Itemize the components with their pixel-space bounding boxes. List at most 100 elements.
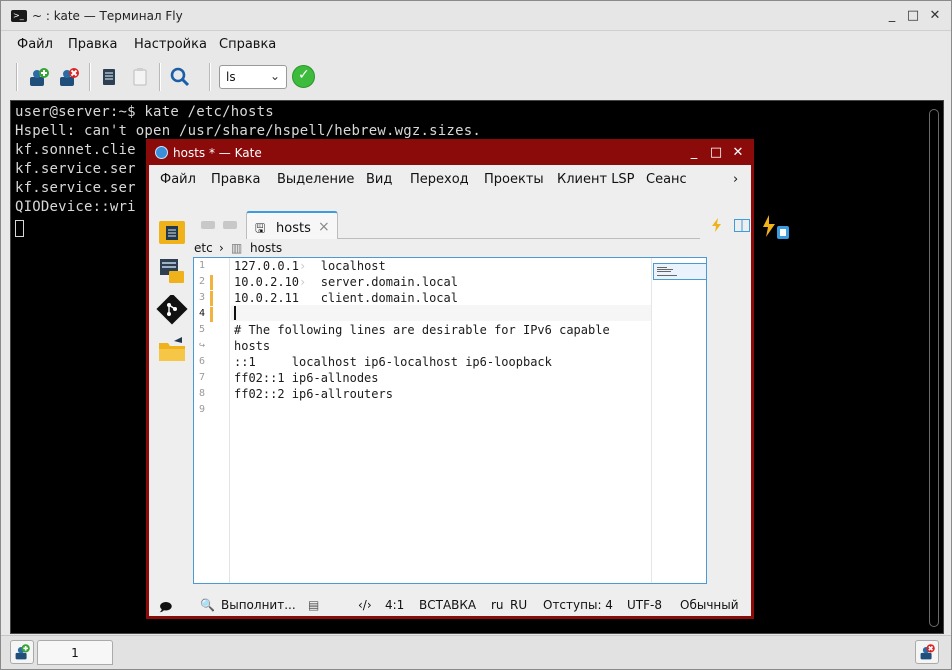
line-number: 2 (199, 276, 206, 287)
minimap-viewport[interactable] (653, 263, 707, 280)
search-status[interactable]: Выполнит... (221, 598, 296, 612)
kate-tabrow: 🖫 hosts × (193, 207, 789, 239)
line-number: 9 (199, 404, 206, 415)
code-line: 10.0.2.10› server.domain.local (234, 275, 458, 289)
tab-forward-icon[interactable] (223, 221, 237, 229)
terminal-line: kf.service.ser (15, 180, 136, 196)
terminal-scrollbar[interactable] (929, 109, 939, 627)
close-session-icon[interactable] (57, 65, 81, 89)
code-editor[interactable]: 1 2 3 4 5 ↪ 6 7 8 9 127.0.0.1› localhost… (193, 257, 707, 584)
menu-overflow-icon[interactable]: › (733, 172, 738, 187)
line-number: 4 (199, 308, 206, 319)
terminal-title: ~ : kate — Терминал Fly (32, 9, 183, 23)
breadcrumb-separator: › (219, 241, 224, 255)
terminal-toolbar: ls ⌄ ✓ (1, 57, 951, 97)
line-number: 3 (199, 292, 206, 303)
code-line: ff02::2 ip6-allrouters (234, 387, 393, 401)
tab-divider (338, 238, 700, 239)
new-session-icon[interactable] (27, 65, 51, 89)
close-tab-icon[interactable] (915, 640, 939, 664)
line-number: 1 (199, 260, 206, 271)
kate-menu-projects[interactable]: Проекты (484, 172, 544, 187)
run-button[interactable]: ✓ (292, 65, 315, 88)
kate-sidebar (149, 213, 193, 593)
kate-window: hosts * — Kate _ □ ✕ Файл Правка Выделен… (146, 139, 789, 619)
current-line-highlight (231, 305, 651, 321)
terminal-line: kf.sonnet.clie (15, 142, 136, 158)
documents-icon[interactable] (156, 217, 188, 247)
kate-menu-session[interactable]: Сеанс (646, 172, 687, 187)
document-tab-label: hosts (276, 221, 311, 236)
projects-folder-icon[interactable] (156, 335, 188, 365)
close-tab-icon[interactable]: × (318, 219, 330, 235)
kate-menu-view[interactable]: Вид (366, 172, 392, 187)
menu-file[interactable]: Файл (17, 37, 53, 52)
code-line: # The following lines are desirable for … (234, 323, 610, 337)
code-icon: ‹/› (358, 598, 372, 612)
plugins-icon[interactable] (760, 213, 792, 243)
kate-menu-file[interactable]: Файл (160, 172, 196, 187)
split-view-icon[interactable] (734, 219, 750, 232)
menu-settings[interactable]: Настройка (134, 37, 207, 52)
file-icon: ▥ (231, 241, 243, 255)
close-icon[interactable]: ✕ (730, 145, 746, 160)
terminal-tabbar: 1 (1, 635, 951, 669)
syntax-mode[interactable]: Обычный (680, 598, 739, 612)
maximize-icon[interactable]: □ (904, 9, 922, 23)
kate-menu-lsp[interactable]: Клиент LSP (557, 172, 635, 187)
terminal-tab[interactable]: 1 (37, 640, 113, 665)
cursor-position[interactable]: 4:1 (385, 598, 404, 612)
breadcrumb-dir[interactable]: etc (194, 241, 213, 255)
code-line: ff02::1 ip6-allnodes (234, 371, 379, 385)
new-tab-icon[interactable] (10, 640, 34, 664)
kate-titlebar: hosts * — Kate _ □ ✕ (146, 139, 754, 165)
copy-icon[interactable] (97, 65, 121, 89)
kate-body: Файл Правка Выделение Вид Переход Проект… (149, 165, 789, 616)
breadcrumb-file[interactable]: hosts (250, 241, 282, 255)
kate-menu-edit[interactable]: Правка (211, 172, 260, 187)
close-icon[interactable]: ✕ (926, 9, 944, 23)
paste-icon[interactable] (128, 65, 152, 89)
line-number-gutter: 1 2 3 4 5 ↪ 6 7 8 9 (194, 258, 230, 583)
dictionary[interactable]: RU (510, 598, 527, 612)
line-number: 5 (199, 324, 206, 335)
terminal-menubar: Файл Правка Настройка Справка (1, 31, 951, 57)
encoding[interactable]: UTF-8 (627, 598, 662, 612)
kate-menu-go[interactable]: Переход (410, 172, 469, 187)
filesystem-browser-icon[interactable] (156, 256, 188, 286)
spellcheck-language[interactable]: ru (491, 598, 504, 612)
comment-icon[interactable]: 🗩 (159, 598, 172, 619)
minimize-icon[interactable]: _ (883, 9, 901, 23)
kate-menu-selection[interactable]: Выделение (277, 172, 354, 187)
document-tab[interactable]: 🖫 hosts × (246, 211, 338, 239)
quick-open-icon[interactable] (710, 217, 724, 233)
kate-statusbar: 🗩 🔍 Выполнит... ▤ ‹/› 4:1 ВСТАВКА ru RU … (149, 593, 751, 616)
line-number: 6 (199, 356, 206, 367)
toolbar-separator (209, 63, 211, 91)
git-icon[interactable] (156, 295, 188, 325)
minimap[interactable] (651, 258, 707, 583)
terminal-line: kf.service.ser (15, 161, 136, 177)
toolbar-separator (16, 63, 18, 91)
maximize-icon[interactable]: □ (708, 145, 724, 160)
find-icon[interactable] (168, 65, 192, 89)
tab-back-icon[interactable] (201, 221, 215, 229)
check-icon: ✓ (298, 67, 310, 83)
terminal-line: user@server:~$ kate /etc/hosts (15, 104, 274, 120)
menu-help[interactable]: Справка (219, 37, 276, 52)
sidebar-toggle-icon[interactable]: ▤ (308, 598, 319, 612)
indentation[interactable]: Отступы: 4 (543, 598, 613, 612)
line-number: 7 (199, 372, 206, 383)
command-value: ls (226, 70, 236, 84)
menu-edit[interactable]: Правка (68, 37, 117, 52)
input-mode[interactable]: ВСТАВКА (419, 598, 476, 612)
terminal-line: Hspell: can't open /usr/share/hspell/heb… (15, 123, 481, 139)
kate-app-icon (155, 146, 168, 159)
terminal-titlebar: >_ ~ : kate — Терминал Fly _ □ ✕ (1, 1, 951, 31)
code-line: ::1 localhost ip6-localhost ip6-loopback (234, 355, 552, 369)
terminal-app-icon: >_ (11, 10, 27, 22)
code-line: 127.0.0.1› localhost (234, 259, 386, 273)
code-line: 10.0.2.11 client.domain.local (234, 291, 458, 305)
minimize-icon[interactable]: _ (686, 145, 702, 160)
command-combobox[interactable]: ls ⌄ (219, 65, 287, 89)
